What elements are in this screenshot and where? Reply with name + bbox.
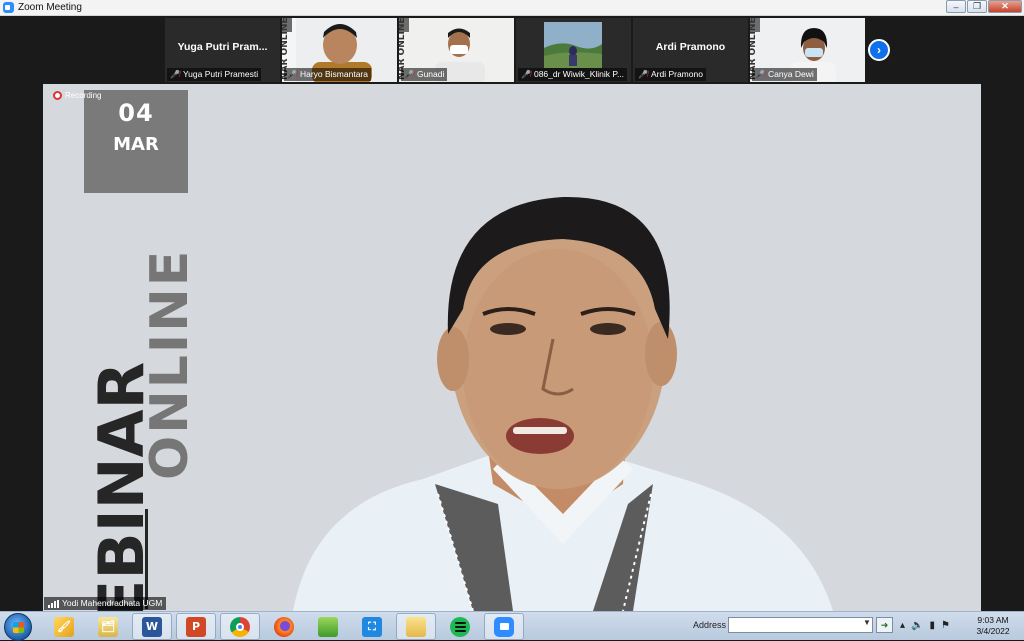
window-title: Zoom Meeting: [18, 2, 82, 13]
clock-time: 9:03 AM: [977, 615, 1009, 625]
network-icon[interactable]: ▮: [929, 620, 935, 631]
window-titlebar: Zoom Meeting – ❐ ✕: [0, 0, 1024, 16]
banner-webinar-text: EBINAR: [85, 362, 153, 611]
zoom-app-icon: [3, 2, 14, 13]
participant-name: 086_dr Wiwik_Klinik P...: [533, 69, 625, 79]
muted-mic-icon: 🎤̸: [755, 70, 765, 79]
taskbar-word[interactable]: W: [132, 613, 172, 640]
minimize-button[interactable]: –: [946, 0, 966, 13]
recording-indicator[interactable]: Recording: [53, 91, 101, 100]
taskbar-powerpoint[interactable]: P: [176, 613, 216, 640]
participant-tile[interactable]: NAR ONLINE 🎤̸ Haryo Bismantara: [282, 18, 397, 82]
address-go-button[interactable]: ➜: [876, 617, 893, 633]
muted-mic-icon: 🎤̸: [287, 70, 297, 79]
window-controls: – ❐ ✕: [945, 0, 1022, 14]
taskbar-firefox[interactable]: [264, 613, 304, 640]
spotify-icon: [450, 616, 470, 637]
taskbar-paint[interactable]: 🖌: [44, 613, 84, 640]
participant-name: Haryo Bismantara: [299, 69, 368, 79]
next-participants-button[interactable]: ›: [868, 39, 890, 61]
file-explorer-icon: 🗂: [98, 616, 118, 637]
taskbar-app-green[interactable]: [308, 613, 348, 640]
taskbar-zoom[interactable]: [484, 613, 524, 640]
participant-name: Gunadi: [416, 69, 445, 79]
address-dropdown-icon[interactable]: ▼: [863, 618, 871, 627]
date-month: MAR: [113, 134, 159, 155]
participant-tile[interactable]: 🎤̸ 086_dr Wiwik_Klinik P...: [516, 18, 631, 82]
clock-date: 3/4/2022: [976, 626, 1010, 636]
participant-name: Yuga Putri Pramesti: [182, 69, 259, 79]
muted-mic-icon: 🎤̸: [521, 70, 531, 79]
participant-display-name: Ardi Pramono: [655, 41, 726, 53]
participant-name: Ardi Pramono: [650, 69, 703, 79]
participant-tile[interactable]: Yuga Putri Pram... 🎤̸ Yuga Putri Pramest…: [165, 18, 280, 82]
active-speaker-label: Yodi Mahendradhata UGM: [44, 597, 167, 610]
meeting-area: Yuga Putri Pram... 🎤̸ Yuga Putri Pramest…: [0, 16, 1024, 611]
participant-display-name: Yuga Putri Pram...: [177, 41, 268, 53]
system-tray: ▴ 🔈 ▮ ⚑: [900, 620, 950, 631]
volume-icon[interactable]: 🔈: [911, 620, 923, 631]
participant-label: 🎤̸ 086_dr Wiwik_Klinik P...: [518, 68, 628, 81]
participant-label: 🎤̸ Gunadi: [401, 68, 448, 81]
paint-icon: 🖌: [54, 616, 74, 637]
date-banner: 04 MAR: [84, 90, 188, 193]
svg-text:EBINAR: EBINAR: [85, 362, 153, 611]
folder-icon: [406, 616, 426, 637]
windows-taskbar: 🖌 🗂 W P ⛶ Address ▼ ➜ ▴ 🔈 ▮ ⚑ 9:03 AM 3/…: [0, 611, 1024, 641]
taskbar-chrome[interactable]: [220, 613, 260, 640]
firefox-icon: [274, 616, 294, 637]
screen-snip-icon: ⛶: [362, 616, 382, 637]
signal-strength-icon: [48, 599, 59, 608]
speaker-name: Yodi Mahendradhata UGM: [62, 598, 163, 608]
powerpoint-icon: P: [186, 616, 206, 637]
participant-tile[interactable]: Ardi Pramono 🎤̸ Ardi Pramono: [633, 18, 748, 82]
participant-tile[interactable]: NAR ONLINE 🎤̸ Gunadi: [399, 18, 514, 82]
chrome-icon: [230, 616, 250, 637]
active-speaker-video: 04 MAR ONLINE EBINAR Recording Yodi Mahe…: [43, 84, 981, 611]
participant-tile[interactable]: NAR ONLINE 🎤̸ Canya Dewi: [750, 18, 865, 82]
start-button[interactable]: [4, 613, 32, 641]
zoom-icon: [494, 616, 514, 637]
participant-label: 🎤̸ Canya Dewi: [752, 68, 817, 81]
date-day: 04: [118, 99, 154, 127]
muted-mic-icon: 🎤̸: [638, 70, 648, 79]
taskbar-spotify[interactable]: [440, 613, 480, 640]
participant-label: 🎤̸ Yuga Putri Pramesti: [167, 68, 262, 81]
show-hidden-icon[interactable]: ▴: [900, 620, 905, 631]
record-icon: [53, 91, 62, 100]
recording-label: Recording: [65, 91, 102, 100]
taskbar-folder[interactable]: [396, 613, 436, 640]
muted-mic-icon: 🎤̸: [404, 70, 414, 79]
green-app-icon: [318, 616, 338, 637]
participant-label: 🎤̸ Haryo Bismantara: [284, 68, 371, 81]
muted-mic-icon: 🎤̸: [170, 70, 180, 79]
participant-label: 🎤̸ Ardi Pramono: [635, 68, 706, 81]
close-button[interactable]: ✕: [988, 0, 1022, 13]
participant-name: Canya Dewi: [767, 69, 814, 79]
system-clock[interactable]: 9:03 AM 3/4/2022: [965, 615, 1021, 637]
word-icon: W: [142, 616, 162, 637]
taskbar-file-explorer[interactable]: 🗂: [88, 613, 128, 640]
flag-icon[interactable]: ⚑: [941, 620, 950, 631]
address-input[interactable]: [728, 617, 873, 633]
address-label: Address: [693, 620, 727, 630]
participant-strip: Yuga Putri Pram... 🎤̸ Yuga Putri Pramest…: [165, 18, 865, 82]
maximize-button[interactable]: ❐: [967, 0, 987, 13]
taskbar-snipping[interactable]: ⛶: [352, 613, 392, 640]
